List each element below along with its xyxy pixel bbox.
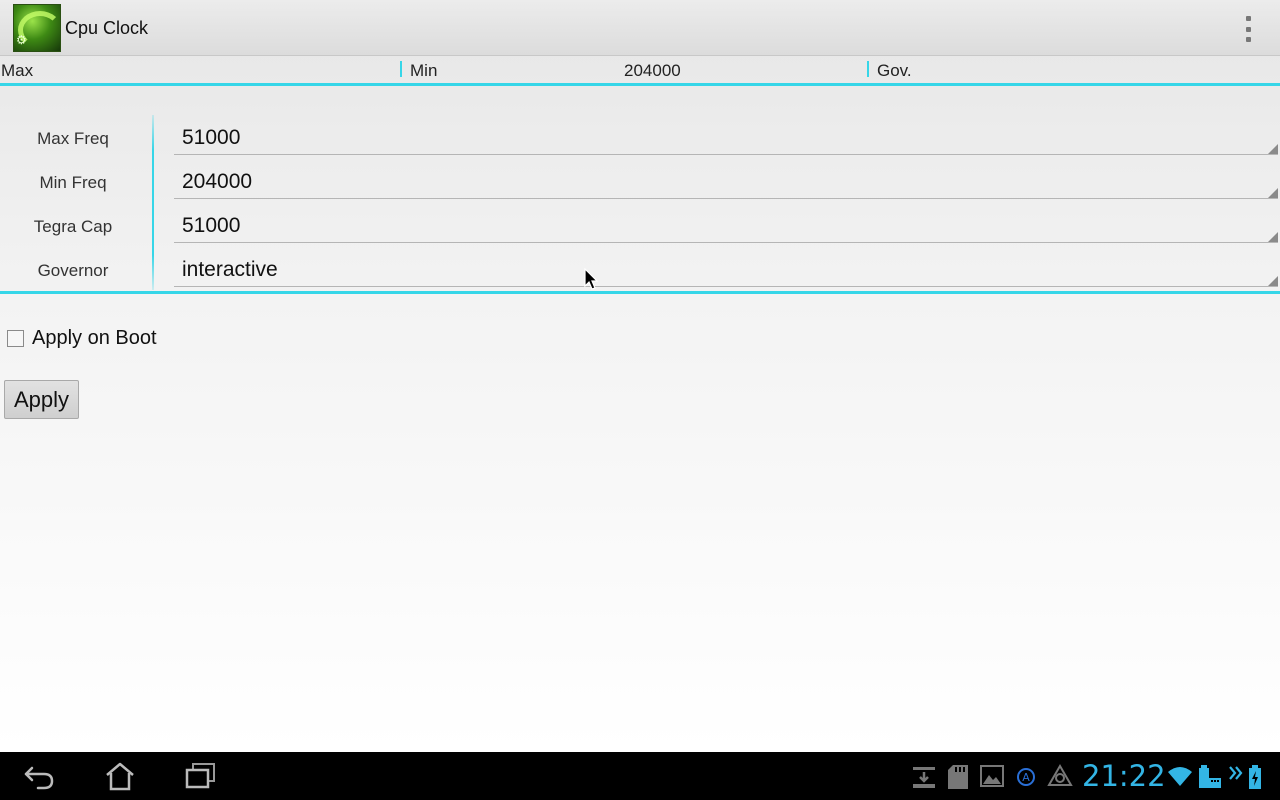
summary-max-label: Max xyxy=(1,61,34,80)
spinner-value: interactive xyxy=(182,258,278,281)
cpu-clock-app-icon[interactable]: ⚙ xyxy=(13,4,61,52)
governor-spinner[interactable]: interactive xyxy=(174,249,1278,287)
dropdown-triangle-icon xyxy=(1268,144,1278,154)
spinner-value: 204000 xyxy=(182,170,253,193)
recent-apps-icon[interactable] xyxy=(184,761,218,791)
spinner-value: 51000 xyxy=(182,126,241,149)
summary-min-label: Min xyxy=(410,61,438,80)
setting-row-governor: Governor interactive xyxy=(0,249,1280,293)
summary-gov-label: Gov. xyxy=(877,61,912,80)
setting-label: Governor xyxy=(37,261,109,280)
max-freq-spinner[interactable]: 51000 xyxy=(174,117,1278,155)
setting-row-tegra-cap: Tegra Cap 51000 xyxy=(0,205,1280,249)
dropdown-triangle-icon xyxy=(1268,276,1278,286)
back-icon[interactable] xyxy=(22,761,56,791)
dropdown-triangle-icon xyxy=(1268,232,1278,242)
gallery-icon[interactable] xyxy=(980,764,1004,788)
sd-card-icon[interactable] xyxy=(947,764,969,790)
summary-divider xyxy=(867,61,869,77)
download-icon[interactable] xyxy=(911,764,937,790)
apply-button[interactable]: Apply xyxy=(4,380,79,419)
triangle-app-icon[interactable] xyxy=(1047,764,1073,788)
apply-on-boot-label: Apply on Boot xyxy=(32,326,157,349)
wifi-icon[interactable] xyxy=(1166,764,1194,788)
mouse-cursor-icon xyxy=(584,268,599,290)
settings-table: Max Freq 51000 Min Freq 204000 Tegra Cap… xyxy=(0,88,1280,294)
home-icon[interactable] xyxy=(103,761,137,791)
more-chevron-icon[interactable] xyxy=(1228,764,1244,784)
app-title: Cpu Clock xyxy=(65,18,149,38)
setting-row-max-freq: Max Freq 51000 xyxy=(0,117,1280,161)
battery-charging-icon[interactable] xyxy=(1247,764,1263,790)
tegra-cap-spinner[interactable]: 51000 xyxy=(174,205,1278,243)
dropdown-triangle-icon xyxy=(1268,188,1278,198)
app-a-icon[interactable]: A xyxy=(1015,764,1037,788)
setting-label: Min Freq xyxy=(39,173,107,192)
setting-label: Tegra Cap xyxy=(33,217,113,236)
checkbox-icon[interactable] xyxy=(7,329,24,347)
summary-min-value: 204000 xyxy=(624,61,681,80)
action-bar: ⚙ Cpu Clock xyxy=(0,0,1280,56)
setting-label: Max Freq xyxy=(37,129,109,148)
overflow-menu-icon[interactable] xyxy=(1238,16,1258,42)
min-freq-spinner[interactable]: 204000 xyxy=(174,161,1278,199)
apply-on-boot-checkbox[interactable]: Apply on Boot xyxy=(7,324,157,352)
summary-row: Max Min 204000 Gov. xyxy=(0,57,1280,86)
svg-text:A: A xyxy=(1022,771,1030,784)
summary-divider xyxy=(400,61,402,77)
status-clock[interactable]: 21:22 xyxy=(1082,759,1166,793)
setting-row-min-freq: Min Freq 204000 xyxy=(0,161,1280,205)
spinner-value: 51000 xyxy=(182,214,241,237)
keyboard-battery-icon[interactable] xyxy=(1197,764,1223,790)
